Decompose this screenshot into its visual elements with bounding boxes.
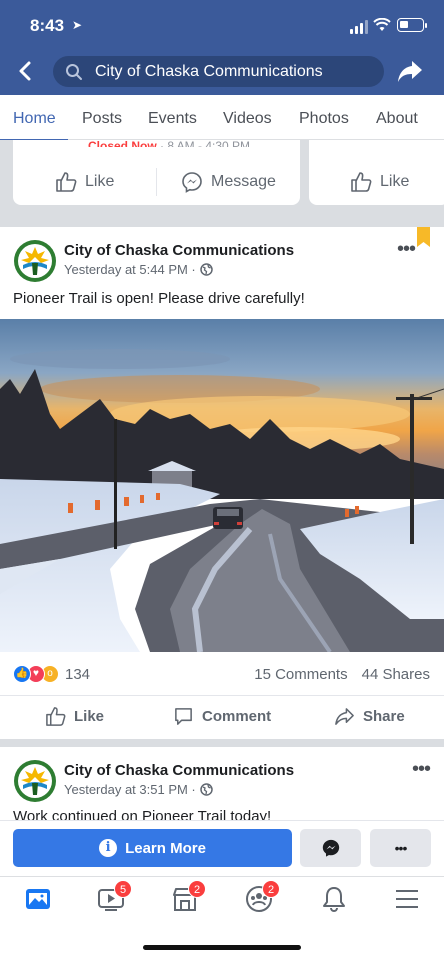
search-icon: [66, 64, 82, 80]
status-time: 8:43: [30, 16, 65, 35]
more-dots-icon: •••: [394, 840, 408, 856]
card-message-label: Message: [211, 173, 276, 190]
post-text: Pioneer Trail is open! Please drive care…: [13, 290, 305, 307]
card-divider: [156, 168, 157, 196]
cellular-signal-icon: [350, 20, 370, 34]
like-button[interactable]: Like: [45, 706, 104, 727]
reaction-count: 134: [65, 665, 91, 683]
post-meta: Yesterday at 5:44 PM ·: [64, 262, 213, 277]
thumbs-up-icon: [351, 172, 372, 192]
marketplace-badge: 2: [188, 880, 206, 898]
action-bar-divider: [0, 695, 444, 696]
post2-options-icon[interactable]: •••: [412, 758, 431, 781]
card-like-button[interactable]: Like: [55, 171, 114, 193]
hours-text: · 8 AM - 4:30 PM: [156, 139, 251, 147]
page-tabs: Home Posts Events Videos Photos About: [0, 95, 444, 140]
battery-icon: [397, 18, 427, 32]
status-bar: 8:43 ➤: [0, 0, 444, 50]
post2-time: Yesterday at 3:51 PM ·: [64, 782, 196, 797]
tab-photos[interactable]: Photos: [299, 110, 349, 128]
globe-icon: [200, 263, 213, 276]
card-message-button[interactable]: Message: [181, 171, 276, 193]
location-arrow-icon: ➤: [72, 18, 83, 32]
wifi-icon: [373, 18, 391, 31]
search-query: City of Chaska Communications: [95, 63, 323, 80]
avatar[interactable]: [13, 759, 57, 803]
watch-badge: 5: [114, 880, 132, 898]
tab-events[interactable]: Events: [148, 110, 197, 128]
notifications-bell-icon[interactable]: [319, 884, 349, 914]
messenger-icon: [182, 172, 202, 193]
like-label: Like: [74, 708, 105, 725]
avatar[interactable]: [13, 239, 57, 283]
learn-more-button[interactable]: i Learn More: [13, 829, 292, 867]
tab-posts[interactable]: Posts: [82, 110, 122, 128]
more-options-button[interactable]: •••: [370, 829, 431, 867]
post2-meta: Yesterday at 3:51 PM ·: [64, 782, 213, 797]
post-author[interactable]: City of Chaska Communications: [64, 242, 294, 259]
messenger-icon: [322, 839, 339, 857]
search-input[interactable]: City of Chaska Communications: [53, 56, 384, 87]
card2-like-label: Like: [380, 173, 410, 190]
card-like-label: Like: [85, 173, 115, 190]
share-arrow-icon: [335, 708, 354, 725]
back-icon[interactable]: [16, 60, 36, 82]
comment-icon: [175, 708, 192, 725]
news-feed-icon[interactable]: [23, 884, 53, 914]
share-icon[interactable]: [396, 58, 424, 84]
engagement-counts: 15 Comments 44 Shares: [254, 666, 430, 683]
learn-more-label: Learn More: [125, 839, 206, 857]
tab-home[interactable]: Home: [13, 110, 56, 128]
tab-videos[interactable]: Videos: [223, 110, 272, 128]
card2-like-button[interactable]: Like: [350, 171, 409, 193]
post-photo[interactable]: [0, 319, 444, 652]
top-bar: 8:43 ➤ City of Chaska Communications: [0, 0, 444, 95]
share-button[interactable]: Share: [334, 706, 405, 727]
like-reaction-icon: 👍: [13, 665, 31, 683]
menu-icon[interactable]: [392, 884, 422, 914]
thumbs-up-icon: [56, 172, 77, 192]
comments-count[interactable]: 15 Comments: [254, 666, 347, 683]
post2-text: Work continued on Pioneer Trail today!: [13, 808, 272, 820]
reaction-summary[interactable]: 👍 ♥ o 134: [13, 665, 90, 683]
bookmark-icon[interactable]: [417, 227, 430, 247]
groups-badge: 2: [262, 880, 280, 898]
share-label: Share: [363, 708, 405, 725]
closed-label: Closed Now: [88, 139, 157, 147]
message-button[interactable]: [300, 829, 361, 867]
thumbs-up-icon: [46, 707, 66, 726]
globe-icon: [200, 783, 213, 796]
info-icon: i: [99, 839, 118, 857]
post2-author[interactable]: City of Chaska Communications: [64, 762, 294, 779]
comment-button[interactable]: Comment: [173, 706, 271, 727]
comment-label: Comment: [202, 708, 272, 725]
shares-count[interactable]: 44 Shares: [362, 666, 430, 683]
post-options-icon[interactable]: •••: [397, 238, 416, 261]
tab-about[interactable]: About: [376, 110, 418, 128]
post-time: Yesterday at 5:44 PM ·: [64, 262, 196, 277]
home-indicator: [143, 945, 301, 950]
hours-status: Closed Now · 8 AM - 4:30 PM: [88, 139, 250, 147]
